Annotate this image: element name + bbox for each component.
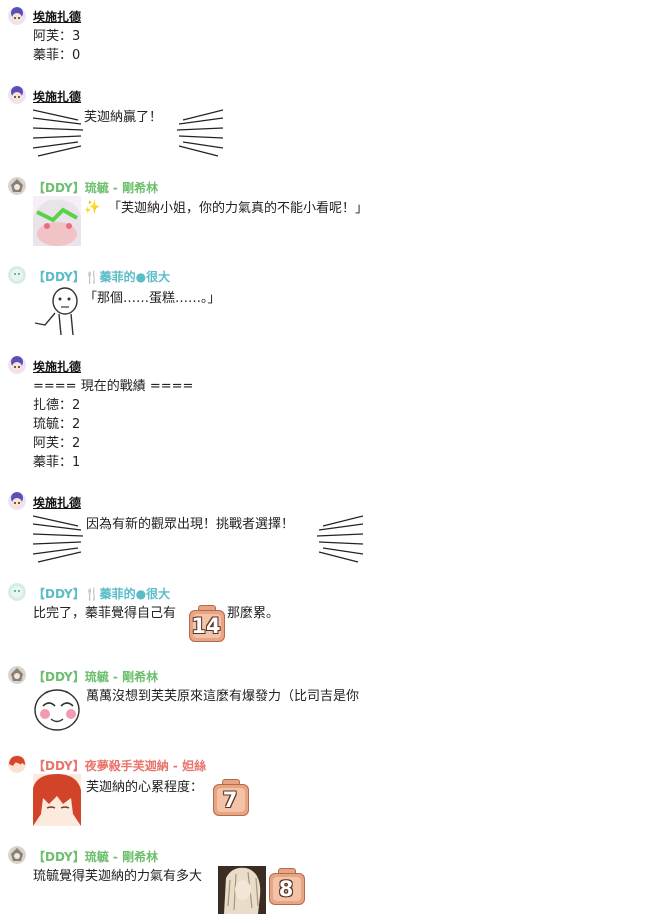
- author-name[interactable]: 埃施扎德: [33, 88, 81, 105]
- avatar[interactable]: [8, 492, 26, 510]
- message-text: 比完了，蓁菲覺得自己有: [33, 606, 177, 621]
- message-text: 阿芙：3: [33, 29, 81, 44]
- character-sticker: [34, 689, 80, 731]
- message-text: 萬萬沒想到芙芙原來這麼有爆發力（比司吉是你: [86, 689, 360, 704]
- message-text: 蓁菲：1: [33, 455, 81, 470]
- message-text: 因為有新的觀眾出現！挑戰者選擇！: [86, 517, 295, 532]
- message-text: 蓁菲：0: [33, 48, 81, 63]
- author-name[interactable]: 【DDY】🍴蓁菲的●很大: [33, 585, 170, 602]
- dice-result: 8: [268, 868, 305, 905]
- avatar[interactable]: [8, 583, 26, 601]
- avatar[interactable]: [8, 356, 26, 374]
- dice-result: 14: [188, 605, 225, 642]
- author-name[interactable]: 【DDY】夜夢殺手芙迦納 - 妲絲: [33, 757, 206, 774]
- avatar[interactable]: [8, 266, 26, 284]
- author-name[interactable]: 【DDY】琉毓 - 剛希林: [33, 668, 158, 685]
- sparkle-icon: ✨: [84, 200, 101, 215]
- message-text: 芙迦納的心累程度：: [86, 780, 204, 795]
- message-text: ==== 現在的戰績 ====: [33, 379, 194, 394]
- author-name[interactable]: 【DDY】琉毓 - 剛希林: [33, 848, 158, 865]
- avatar[interactable]: [8, 846, 26, 864]
- message-text: 阿芙：2: [33, 436, 81, 451]
- character-sticker: [33, 774, 81, 826]
- message-text: 「那個……蛋糕……。」: [84, 291, 221, 306]
- message-text: 琉毓：2: [33, 417, 81, 432]
- character-sticker: [33, 196, 81, 246]
- author-name[interactable]: 埃施扎德: [33, 8, 81, 25]
- dice-result: 7: [212, 779, 249, 816]
- character-portrait: [218, 866, 266, 914]
- avatar[interactable]: [8, 666, 26, 684]
- author-name[interactable]: 埃施扎德: [33, 358, 81, 375]
- author-name[interactable]: 【DDY】🍴蓁菲的●很大: [33, 268, 170, 285]
- message-text: 扎德：2: [33, 398, 81, 413]
- dice-value: 14: [191, 614, 221, 638]
- message-text: 那麼累。: [227, 606, 280, 621]
- avatar[interactable]: [8, 755, 26, 773]
- character-sticker: [34, 287, 78, 336]
- author-name[interactable]: 【DDY】琉毓 - 剛希林: [33, 179, 158, 196]
- avatar[interactable]: [8, 86, 26, 104]
- dice-value: 8: [278, 877, 294, 901]
- dice-value: 7: [222, 788, 238, 812]
- message-text: 「芙迦納小姐，你的力氣真的不能小看呢！」: [108, 201, 369, 216]
- author-name[interactable]: 埃施扎德: [33, 494, 81, 511]
- message-text: 琉毓覺得芙迦納的力氣有多大: [33, 869, 203, 884]
- avatar[interactable]: [8, 7, 26, 25]
- avatar[interactable]: [8, 177, 26, 195]
- message-text: 芙迦納贏了！: [84, 110, 163, 125]
